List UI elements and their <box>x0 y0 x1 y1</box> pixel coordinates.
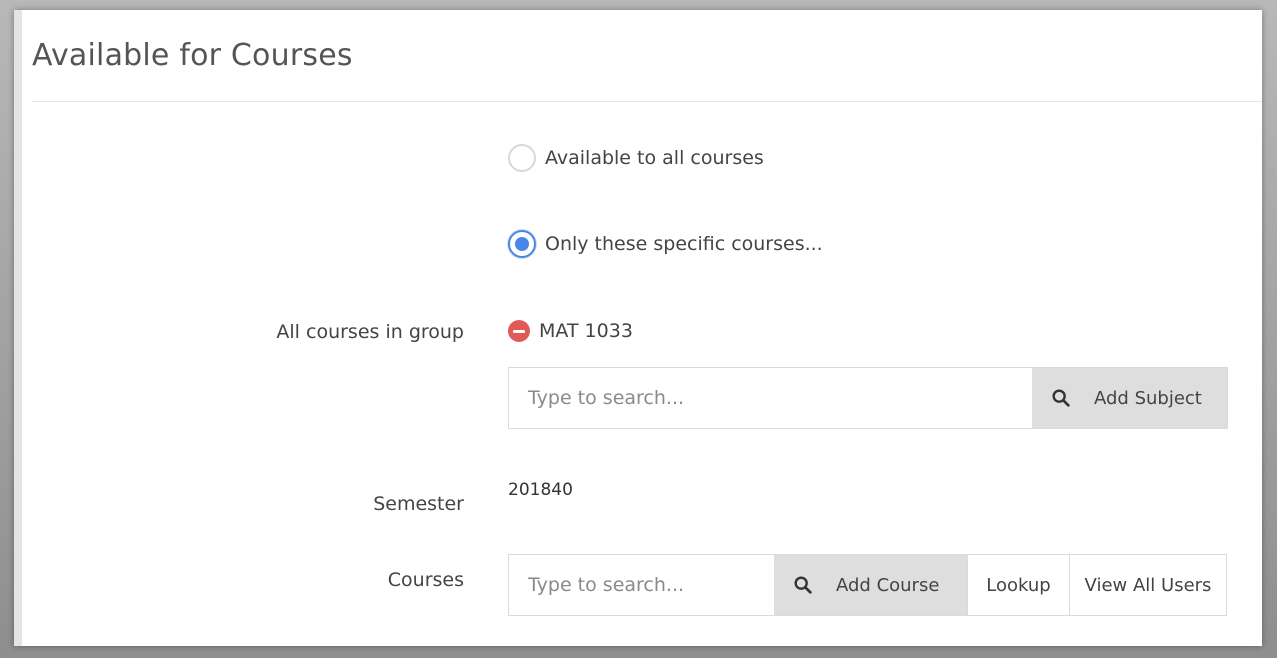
lookup-button[interactable]: Lookup <box>967 555 1069 615</box>
group-field-label: All courses in group <box>276 321 464 343</box>
radio-unchecked[interactable] <box>508 144 536 172</box>
search-icon <box>794 576 812 594</box>
semester-field-label: Semester <box>373 493 464 515</box>
left-border-strip <box>14 10 22 646</box>
course-search-input[interactable] <box>509 555 774 615</box>
add-subject-button[interactable]: Add Subject <box>1032 368 1227 428</box>
radio-label-all-courses: Available to all courses <box>545 147 764 169</box>
selected-course-name: MAT 1033 <box>539 320 633 342</box>
remove-circle-icon[interactable] <box>508 320 530 342</box>
radio-checked[interactable] <box>508 230 536 258</box>
view-all-users-label: View All Users <box>1084 574 1212 596</box>
lookup-label: Lookup <box>986 574 1051 596</box>
add-course-button[interactable]: Add Course <box>774 555 967 615</box>
add-course-label: Add Course <box>836 574 940 596</box>
radio-option-specific-courses[interactable]: Only these specific courses... <box>508 230 823 258</box>
view-all-users-button[interactable]: View All Users <box>1069 555 1226 615</box>
radio-dot <box>515 237 529 251</box>
page-title: Available for Courses <box>32 38 353 73</box>
courses-field-label: Courses <box>387 569 464 591</box>
available-for-courses-panel: Available for Courses Available to all c… <box>14 10 1262 646</box>
search-icon <box>1052 389 1070 407</box>
add-subject-label: Add Subject <box>1094 387 1202 409</box>
subject-search-input[interactable] <box>509 368 1032 428</box>
course-search-group: Add Course Lookup View All Users <box>508 554 1227 616</box>
radio-option-all-courses[interactable]: Available to all courses <box>508 144 764 172</box>
semester-value: 201840 <box>508 480 573 500</box>
selected-course-chip: MAT 1033 <box>508 320 633 342</box>
radio-label-specific-courses: Only these specific courses... <box>545 233 823 255</box>
title-divider <box>32 101 1262 102</box>
subject-search-group: Add Subject <box>508 367 1228 429</box>
